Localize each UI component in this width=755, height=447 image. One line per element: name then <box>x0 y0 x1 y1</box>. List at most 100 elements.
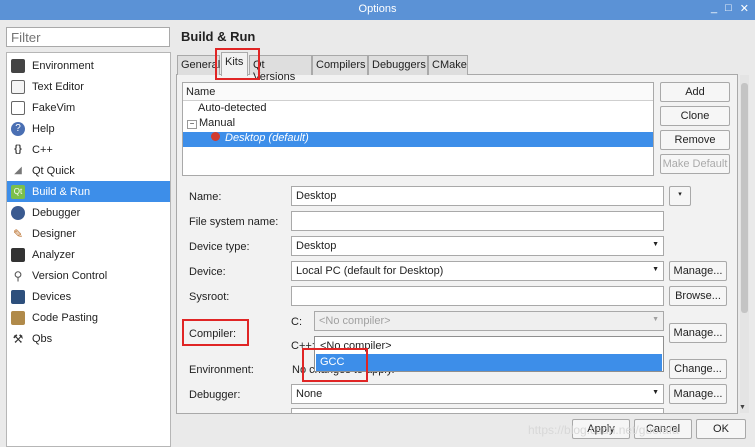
category-version-control[interactable]: ⚲ Version Control <box>7 265 170 286</box>
devices-icon <box>11 289 25 304</box>
build-run-icon: Qt <box>11 184 25 199</box>
tab-debuggers[interactable]: Debuggers <box>368 55 428 75</box>
debugger-select[interactable]: None ▼ <box>291 384 664 404</box>
window-title: Options <box>358 3 397 15</box>
category-fakevim[interactable]: FakeVim <box>7 97 170 118</box>
debugger-icon <box>11 205 25 220</box>
fakevim-icon <box>11 100 25 115</box>
category-analyzer[interactable]: Analyzer <box>7 244 170 265</box>
dropdown-arrow-icon: ▼ <box>652 316 659 323</box>
warning-icon <box>211 132 220 141</box>
category-code-pasting[interactable]: Code Pasting <box>7 307 170 328</box>
tab-cmake[interactable]: CMake <box>428 55 468 75</box>
category-label: Qt Quick <box>32 164 75 177</box>
environment-change-button[interactable]: Change... <box>669 359 727 379</box>
tree-item-manual[interactable]: − Manual <box>183 117 653 132</box>
category-qt-quick[interactable]: ◢ Qt Quick <box>7 160 170 181</box>
category-qbs[interactable]: ⚒ Qbs <box>7 328 170 349</box>
dropdown-arrow-icon: ▼ <box>652 241 659 248</box>
code-pasting-icon <box>11 310 25 325</box>
window-controls: _ □ ✕ <box>711 2 749 15</box>
collapse-icon[interactable]: − <box>187 120 197 129</box>
category-label: Build & Run <box>32 185 91 198</box>
maximize-icon[interactable]: □ <box>725 2 732 15</box>
category-label: FakeVim <box>32 101 76 114</box>
ok-button[interactable]: OK <box>696 419 746 439</box>
filter-input[interactable] <box>6 27 170 47</box>
category-environment[interactable]: Environment <box>7 55 170 76</box>
remove-button[interactable]: Remove <box>660 130 730 150</box>
sysroot-field[interactable] <box>291 286 664 306</box>
dropdown-arrow-icon: ▼ <box>652 389 659 396</box>
category-list[interactable]: Environment Text Editor FakeVim ? Help {… <box>6 52 171 447</box>
add-button[interactable]: Add <box>660 82 730 102</box>
category-designer[interactable]: ✎ Designer <box>7 223 170 244</box>
category-label: Qbs <box>32 332 53 345</box>
debugger-manage-button[interactable]: Manage... <box>669 384 727 404</box>
tab-general[interactable]: General <box>177 55 220 75</box>
category-label: Text Editor <box>32 80 84 93</box>
compiler-c-label: C: <box>291 316 302 328</box>
designer-icon: ✎ <box>12 226 24 241</box>
category-label: Version Control <box>32 269 108 282</box>
monitor-icon <box>11 58 25 73</box>
minimize-icon[interactable]: _ <box>711 2 717 15</box>
category-debugger[interactable]: Debugger <box>7 202 170 223</box>
category-label: Analyzer <box>32 248 75 261</box>
help-icon: ? <box>11 121 25 136</box>
make-default-button[interactable]: Make Default <box>660 154 730 174</box>
compiler-manage-button[interactable]: Manage... <box>669 323 727 343</box>
category-devices[interactable]: Devices <box>7 286 170 307</box>
page-title: Build & Run <box>181 29 256 44</box>
qt-quick-icon: ◢ <box>14 165 22 176</box>
next-field-partial <box>291 408 664 414</box>
text-editor-icon <box>11 79 25 94</box>
sysroot-label: Sysroot: <box>189 291 230 303</box>
watermark: https://blog.csdn.net/guofafa <box>528 423 679 437</box>
environment-label: Environment: <box>189 364 254 376</box>
compiler-c-value: <No compiler> <box>319 315 391 327</box>
category-label: C++ <box>32 143 53 156</box>
cpp-icon: {} <box>14 144 22 155</box>
category-label: Code Pasting <box>32 311 99 324</box>
device-manage-button[interactable]: Manage... <box>669 261 727 281</box>
file-system-name-label: File system name: <box>189 216 279 228</box>
sysroot-browse-button[interactable]: Browse... <box>669 286 727 306</box>
device-type-label: Device type: <box>189 241 250 253</box>
tree-item-kit[interactable]: Desktop (default) <box>183 132 653 147</box>
compiler-c-select[interactable]: <No compiler> ▼ <box>314 311 664 331</box>
category-label: Help <box>32 122 55 135</box>
file-system-name-field[interactable] <box>291 211 664 231</box>
scrollbar-thumb[interactable] <box>741 83 748 313</box>
device-label: Device: <box>189 266 226 278</box>
tree-item-label: Manual <box>199 117 236 129</box>
highlight-box-kits-tab <box>215 48 260 80</box>
close-icon[interactable]: ✕ <box>740 2 749 15</box>
dropdown-arrow-icon: ▼ <box>652 266 659 273</box>
clone-button[interactable]: Clone <box>660 106 730 126</box>
name-label: Name: <box>189 191 222 203</box>
debugger-value: None <box>296 388 323 400</box>
kit-tree[interactable]: Name Auto-detected − Manual Desktop (defa… <box>182 82 654 176</box>
kit-tree-header: Name <box>183 83 653 101</box>
tree-item-label: Desktop (default) <box>225 132 309 144</box>
tab-compilers[interactable]: Compilers <box>312 55 368 75</box>
device-select[interactable]: Local PC (default for Desktop) ▼ <box>291 261 664 281</box>
version-control-icon: ⚲ <box>13 268 23 283</box>
device-type-value: Desktop <box>296 240 337 252</box>
category-text-editor[interactable]: Text Editor <box>7 76 170 97</box>
name-field[interactable]: Desktop <box>291 186 664 206</box>
device-type-select[interactable]: Desktop ▼ <box>291 236 664 256</box>
analyzer-icon <box>11 247 25 262</box>
category-help[interactable]: ? Help <box>7 118 170 139</box>
tree-item-auto-detected[interactable]: Auto-detected <box>183 102 653 117</box>
debugger-label: Debugger: <box>189 389 241 401</box>
scroll-down-icon[interactable]: ▼ <box>739 404 746 411</box>
highlight-box-gcc-option <box>302 348 368 382</box>
category-label: Debugger <box>32 206 81 219</box>
category-cpp[interactable]: {} C++ <box>7 139 170 160</box>
kit-icon-button[interactable]: ▾ <box>669 186 691 206</box>
category-label: Designer <box>32 227 77 240</box>
device-value: Local PC (default for Desktop) <box>296 265 444 277</box>
category-build-run[interactable]: Qt Build & Run <box>7 181 170 202</box>
